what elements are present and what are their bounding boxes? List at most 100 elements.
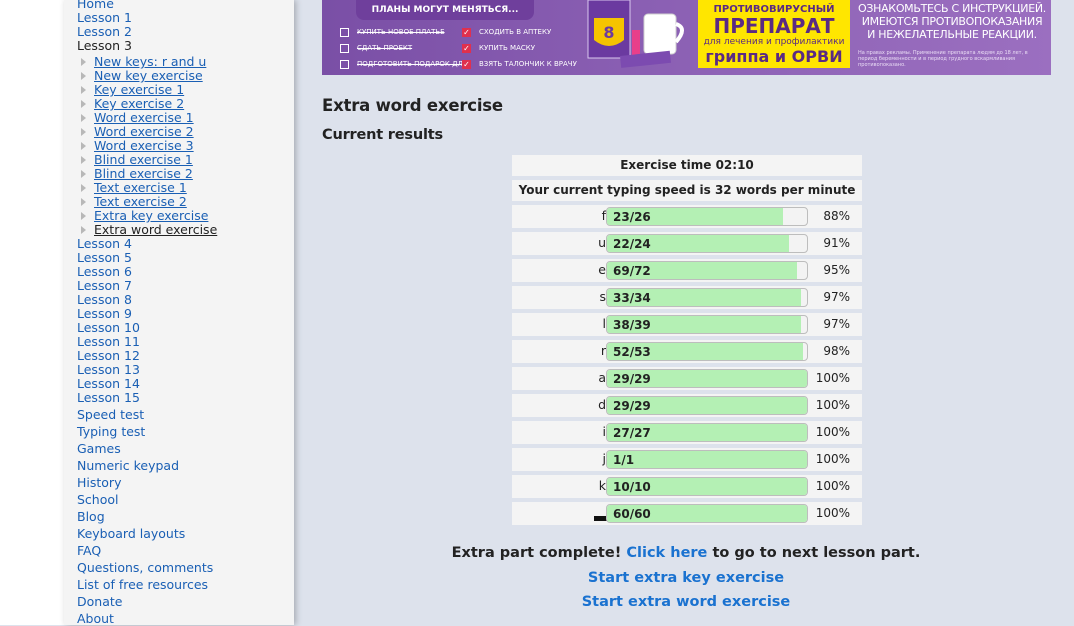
result-row: u 22/24 91% xyxy=(512,232,862,255)
sidebar-subitem-text-exercise-2[interactable]: Text exercise 2 xyxy=(94,195,187,209)
banner-check-label: КУПИТЬ НОВОЕ ПЛАТЬЕ xyxy=(357,28,445,36)
result-percent: 95% xyxy=(823,263,850,277)
result-count: 22/24 xyxy=(613,237,651,251)
sidebar-item-keyboard-layouts[interactable]: Keyboard layouts xyxy=(77,527,185,541)
sidebar-item-games[interactable]: Games xyxy=(77,442,121,456)
bullet-icon xyxy=(81,198,86,206)
sidebar-subitem-word-exercise-1[interactable]: Word exercise 1 xyxy=(94,111,194,125)
banner-warning: ОЗНАКОМЬТЕСЬ С ИНСТРУКЦИЕЙ. ИМЕЮТСЯ ПРОТ… xyxy=(858,2,1046,41)
accuracy-bar: 52/53 xyxy=(606,342,808,361)
sidebar-subitem-text-exercise-1[interactable]: Text exercise 1 xyxy=(94,181,187,195)
bullet-icon xyxy=(81,156,86,164)
banner-line-4: гриппа и ОРВИ xyxy=(705,47,843,66)
result-row: k 10/10 100% xyxy=(512,475,862,498)
sidebar-item-lesson-7[interactable]: Lesson 7 xyxy=(77,279,132,293)
bullet-icon xyxy=(81,142,86,150)
sidebar-item-lesson-13[interactable]: Lesson 13 xyxy=(77,363,140,377)
result-count: 29/29 xyxy=(613,372,651,386)
sidebar-item-lesson-8[interactable]: Lesson 8 xyxy=(77,293,132,307)
sidebar-item-typing-test[interactable]: Typing test xyxy=(77,425,145,439)
result-percent: 100% xyxy=(815,425,850,439)
start-extra-key-link[interactable]: Start extra key exercise xyxy=(0,570,1074,586)
banner-check-label: КУПИТЬ МАСКУ xyxy=(479,44,535,52)
sidebar-item-lesson-1[interactable]: Lesson 1 xyxy=(77,11,132,25)
sidebar-subitem-key-exercise-2[interactable]: Key exercise 2 xyxy=(94,97,184,111)
sidebar-subitem-blind-exercise-2[interactable]: Blind exercise 2 xyxy=(94,167,193,181)
bullet-icon xyxy=(81,184,86,192)
sidebar-item-lesson-10[interactable]: Lesson 10 xyxy=(77,321,140,335)
sidebar-item-about[interactable]: About xyxy=(77,612,114,626)
sidebar-item-lesson-12[interactable]: Lesson 12 xyxy=(77,349,140,363)
accuracy-bar: 10/10 xyxy=(606,477,808,496)
result-percent: 100% xyxy=(815,371,850,385)
sidebar-subitem-key-exercise-1[interactable]: Key exercise 1 xyxy=(94,83,184,97)
sidebar-subitem-extra-key-exercise[interactable]: Extra key exercise xyxy=(94,209,208,223)
accuracy-bar: 22/24 xyxy=(606,234,808,253)
sidebar-item-numeric-keypad[interactable]: Numeric keypad xyxy=(77,459,179,473)
banner-check-item: ПОДГОТОВИТЬ ПОДАРОК ДЛЯ xyxy=(340,59,468,69)
sidebar-subitem-blind-exercise-1[interactable]: Blind exercise 1 xyxy=(94,153,193,167)
accuracy-bar: 33/34 xyxy=(606,288,808,307)
result-row: j 1/1 100% xyxy=(512,448,862,471)
completion-message: Extra part complete! Click here to go to… xyxy=(0,545,1074,561)
ad-banner[interactable]: ПЛАНЫ МОГУТ МЕНЯТЬСЯ... КУПИТЬ НОВОЕ ПЛА… xyxy=(322,0,1051,75)
sidebar-item-lesson-14[interactable]: Lesson 14 xyxy=(77,377,140,391)
banner-check-item: СДАТЬ ПРОЕКТ xyxy=(340,43,412,53)
sidebar-item-history[interactable]: History xyxy=(77,476,121,490)
bullet-icon xyxy=(81,170,86,178)
result-row: e 69/72 95% xyxy=(512,259,862,282)
result-count: 10/10 xyxy=(613,480,651,494)
result-row: s 33/34 97% xyxy=(512,286,862,309)
result-percent: 91% xyxy=(823,236,850,250)
sidebar-subitem-new-keys-r-and-u[interactable]: New keys: r and u xyxy=(94,55,206,69)
sidebar-item-lesson-15[interactable]: Lesson 15 xyxy=(77,391,140,405)
result-percent: 100% xyxy=(815,479,850,493)
banner-yellow-panel: ПРОТИВОВИРУСНЫЙ ПРЕПАРАТ для лечения и п… xyxy=(698,0,850,68)
sidebar-subitem-new-key-exercise[interactable]: New key exercise xyxy=(94,69,203,83)
result-count: 60/60 xyxy=(613,507,651,521)
checked-box-icon xyxy=(462,43,471,53)
result-row: d 29/29 100% xyxy=(512,394,862,417)
result-percent: 100% xyxy=(815,398,850,412)
sidebar-subitem-word-exercise-3[interactable]: Word exercise 3 xyxy=(94,139,194,153)
banner-check-item: СХОДИТЬ В АПТЕКУ xyxy=(462,27,551,37)
result-row: a 29/29 100% xyxy=(512,367,862,390)
result-percent: 97% xyxy=(823,290,850,304)
result-count: 1/1 xyxy=(613,453,635,467)
result-row: 60/60 100% xyxy=(512,502,862,525)
bullet-icon xyxy=(81,72,86,80)
sidebar-item-lesson-4[interactable]: Lesson 4 xyxy=(77,237,132,251)
bullet-icon xyxy=(81,212,86,220)
sidebar-item-lesson-11[interactable]: Lesson 11 xyxy=(77,335,140,349)
completion-prefix: Extra part complete! xyxy=(451,545,622,561)
accuracy-bar: 1/1 xyxy=(606,450,808,469)
result-count: 52/53 xyxy=(613,345,651,359)
accuracy-bar-fill xyxy=(607,451,807,468)
accuracy-bar: 27/27 xyxy=(606,423,808,442)
sidebar-subitem-word-exercise-2[interactable]: Word exercise 2 xyxy=(94,125,194,139)
results-table: Exercise time 02:10 Your current typing … xyxy=(512,155,862,529)
bullet-icon xyxy=(81,128,86,136)
left-gutter xyxy=(0,0,64,625)
banner-check-label: СДАТЬ ПРОЕКТ xyxy=(357,44,413,52)
sidebar: Home Lesson 1 Lesson 2 Lesson 3 New keys: r … xyxy=(64,0,294,626)
sidebar-item-lesson-5[interactable]: Lesson 5 xyxy=(77,251,132,265)
sidebar-item-speed-test[interactable]: Speed test xyxy=(77,408,144,422)
sidebar-item-lesson-6[interactable]: Lesson 6 xyxy=(77,265,132,279)
next-part-link[interactable]: Click here xyxy=(626,545,707,561)
sidebar-subitem-extra-word-exercise: Extra word exercise xyxy=(94,222,218,237)
result-percent: 98% xyxy=(823,344,850,358)
bullet-icon xyxy=(81,100,86,108)
sidebar-item-blog[interactable]: Blog xyxy=(77,510,105,524)
start-extra-word-link[interactable]: Start extra word exercise xyxy=(0,594,1074,610)
banner-check-item: КУПИТЬ НОВОЕ ПЛАТЬЕ xyxy=(340,27,445,37)
sidebar-item-lesson-2[interactable]: Lesson 2 xyxy=(77,25,132,39)
accuracy-bar: 38/39 xyxy=(606,315,808,334)
result-count: 38/39 xyxy=(613,318,651,332)
sidebar-item-school[interactable]: School xyxy=(77,493,119,507)
results-heading: Current results xyxy=(322,127,443,143)
banner-check-label: ПОДГОТОВИТЬ ПОДАРОК ДЛЯ xyxy=(357,60,468,68)
banner-pill: ПЛАНЫ МОГУТ МЕНЯТЬСЯ... xyxy=(356,0,534,20)
sidebar-item-lesson-9[interactable]: Lesson 9 xyxy=(77,307,132,321)
result-percent: 100% xyxy=(815,506,850,520)
